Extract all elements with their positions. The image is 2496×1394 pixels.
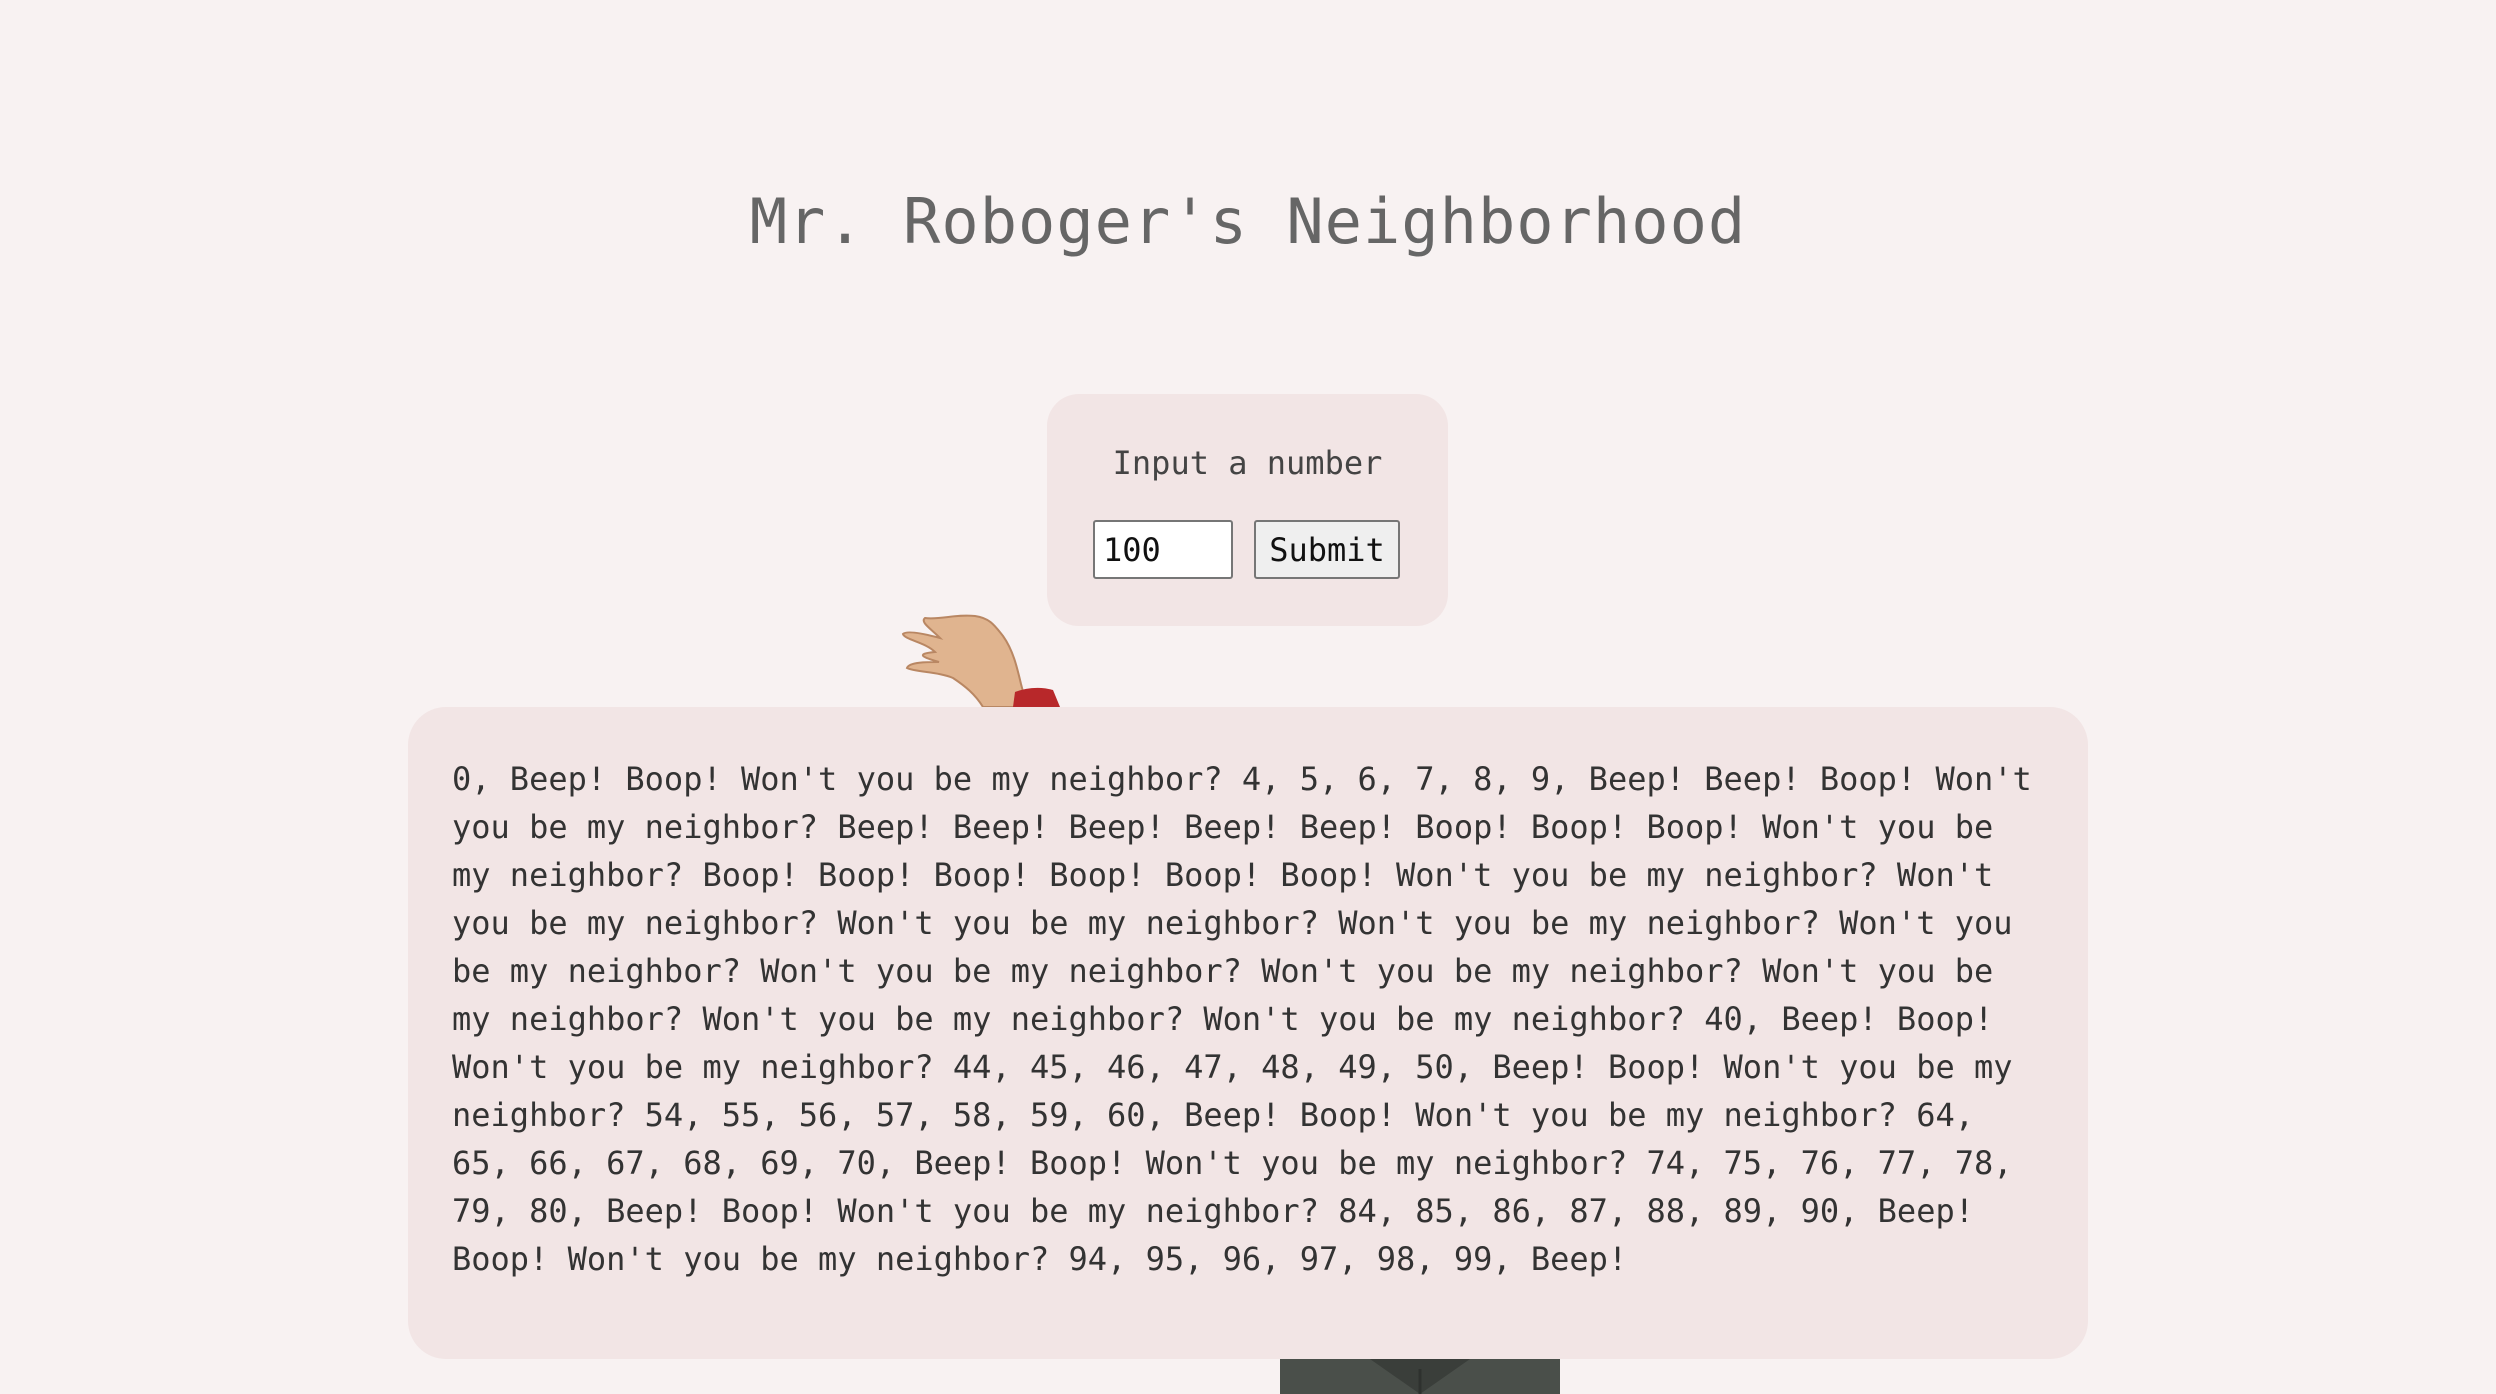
number-input[interactable] xyxy=(1093,520,1233,579)
waving-hand-image xyxy=(901,614,1060,707)
submit-button[interactable]: Submit xyxy=(1254,520,1400,579)
sweater-image xyxy=(1280,1359,1560,1394)
input-label: Input a number xyxy=(1112,444,1383,482)
result-text: 0, Beep! Boop! Won't you be my neighbor?… xyxy=(452,760,2032,1278)
number-form: Input a number Submit xyxy=(1047,394,1448,626)
page-title: Mr. Roboger's Neighborhood xyxy=(749,185,1747,258)
result-panel: 0, Beep! Boop! Won't you be my neighbor?… xyxy=(408,707,2088,1359)
